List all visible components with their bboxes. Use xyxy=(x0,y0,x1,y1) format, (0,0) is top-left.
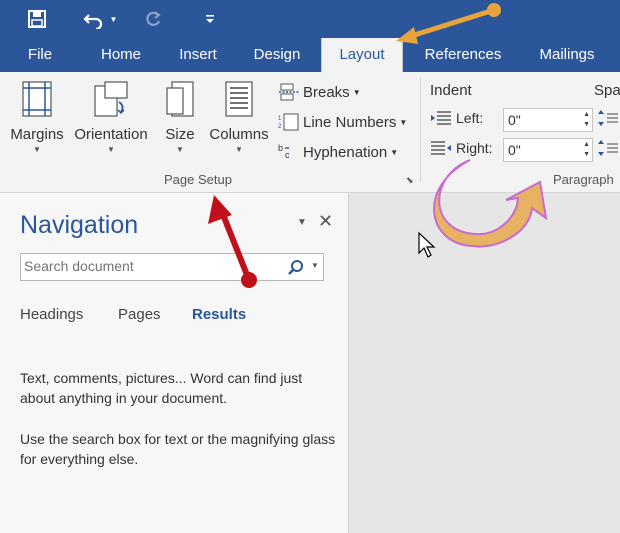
indent-left-icon xyxy=(431,111,451,125)
tab-pages[interactable]: Pages xyxy=(118,306,161,323)
svg-text:b: b xyxy=(278,143,283,153)
indent-right-input[interactable]: 0" ▲ ▼ xyxy=(503,138,593,162)
pane-options-dropdown-icon[interactable]: ▼ xyxy=(297,217,307,228)
indent-left-value: 0" xyxy=(508,112,521,128)
ribbon-layout: Margins ▼ Orientation ▼ Size ▼ Columns ▼… xyxy=(0,72,620,193)
redo-button[interactable] xyxy=(140,6,166,32)
indent-left-input[interactable]: 0" ▲ ▼ xyxy=(503,108,593,132)
customize-qat-button[interactable] xyxy=(200,6,220,32)
spacing-label: Spa xyxy=(594,82,620,99)
tab-file[interactable]: File xyxy=(16,38,64,72)
svg-text:2: 2 xyxy=(278,124,282,130)
margins-label: Margins xyxy=(10,126,64,143)
results-help-text-2: Use the search box for text or the magni… xyxy=(20,431,336,467)
magnifying-glass-icon[interactable] xyxy=(287,259,305,277)
indent-right-icon xyxy=(431,141,451,155)
indent-label: Indent xyxy=(430,82,472,99)
group-separator xyxy=(420,78,421,182)
tab-design[interactable]: Design xyxy=(244,38,310,72)
close-icon[interactable]: ✕ xyxy=(318,211,333,232)
tab-home[interactable]: Home xyxy=(88,38,154,72)
breaks-button[interactable]: Breaks ▼ xyxy=(278,80,361,104)
margins-button[interactable]: Margins ▼ xyxy=(8,80,66,154)
search-options-dropdown-icon[interactable]: ▼ xyxy=(311,261,319,270)
floppy-disk-icon xyxy=(28,10,46,28)
redo-icon xyxy=(146,11,161,26)
orientation-label: Orientation xyxy=(74,126,148,143)
ribbon-tab-bar: File Home Insert Design Layout Reference… xyxy=(0,38,620,72)
indent-right-label-group: Right: xyxy=(430,140,493,156)
tab-headings[interactable]: Headings xyxy=(20,306,83,323)
chevron-down-icon: ▼ xyxy=(176,145,184,154)
size-label: Size xyxy=(165,126,195,143)
title-bar: ▼ xyxy=(0,0,620,38)
breaks-label: Breaks xyxy=(303,83,350,101)
line-numbers-label: Line Numbers xyxy=(303,113,397,131)
mouse-cursor-icon xyxy=(418,231,436,258)
chevron-down-icon: ▼ xyxy=(107,145,115,154)
spinner-arrows-icon[interactable]: ▲ ▼ xyxy=(583,140,590,160)
chevron-down-icon: ▼ xyxy=(352,87,361,97)
columns-icon xyxy=(225,81,253,117)
indent-left-label-group: Left: xyxy=(430,110,483,126)
paragraph-group-label: Paragraph xyxy=(553,172,614,187)
indent-left-label: Left: xyxy=(456,110,484,126)
tab-insert[interactable]: Insert xyxy=(168,38,228,72)
chevron-down-icon: ▼ xyxy=(33,145,41,154)
margins-icon xyxy=(22,81,52,117)
indent-right-value: 0" xyxy=(508,142,521,158)
size-button[interactable]: Size ▼ xyxy=(160,80,200,154)
line-numbers-icon: 1 2 xyxy=(278,113,299,131)
tab-layout[interactable]: Layout xyxy=(321,38,403,72)
hyphenation-label: Hyphenation xyxy=(303,143,388,161)
columns-label: Columns xyxy=(209,126,269,143)
spinner-arrows-icon[interactable]: ▲ ▼ xyxy=(583,110,590,130)
undo-dropdown-icon[interactable]: ▼ xyxy=(110,15,118,24)
tab-results[interactable]: Results xyxy=(192,306,246,323)
columns-button[interactable]: Columns ▼ xyxy=(206,80,272,154)
save-button[interactable] xyxy=(24,6,50,32)
chevron-down-icon: ▼ xyxy=(399,117,408,127)
chevron-down-icon: ▼ xyxy=(235,145,243,154)
hyphenation-button[interactable]: b c Hyphenation ▼ xyxy=(278,140,398,164)
results-help-text-1: Text, comments, pictures... Word can fin… xyxy=(20,370,303,406)
tab-references[interactable]: References xyxy=(412,38,514,72)
spacing-before-after-icon xyxy=(598,110,618,156)
document-area[interactable] xyxy=(349,193,620,533)
search-document-box[interactable]: ▼ xyxy=(20,253,324,281)
indent-right-label: Right: xyxy=(456,140,493,156)
navigation-pane: Navigation ▼ ✕ ▼ Headings Pages Results … xyxy=(0,193,349,533)
tab-mailings[interactable]: Mailings xyxy=(524,38,610,72)
page-break-icon xyxy=(279,83,299,101)
hyphenation-icon: b c xyxy=(278,143,290,160)
undo-button[interactable]: ▼ xyxy=(78,6,122,32)
svg-text:1: 1 xyxy=(278,116,282,122)
page-setup-group-label: Page Setup xyxy=(164,172,232,187)
customize-qat-icon xyxy=(206,15,214,23)
orientation-icon xyxy=(94,81,128,117)
line-numbers-button[interactable]: 1 2 Line Numbers ▼ xyxy=(278,110,407,134)
page-size-icon xyxy=(166,81,194,117)
orientation-button[interactable]: Orientation ▼ xyxy=(70,80,152,154)
svg-text:c: c xyxy=(285,150,290,160)
chevron-down-icon: ▼ xyxy=(390,147,399,157)
page-setup-dialog-launcher-icon[interactable]: ⬊ xyxy=(406,175,416,185)
navigation-title: Navigation xyxy=(20,211,139,239)
undo-arrow-icon xyxy=(82,14,102,29)
search-input[interactable] xyxy=(24,258,274,274)
